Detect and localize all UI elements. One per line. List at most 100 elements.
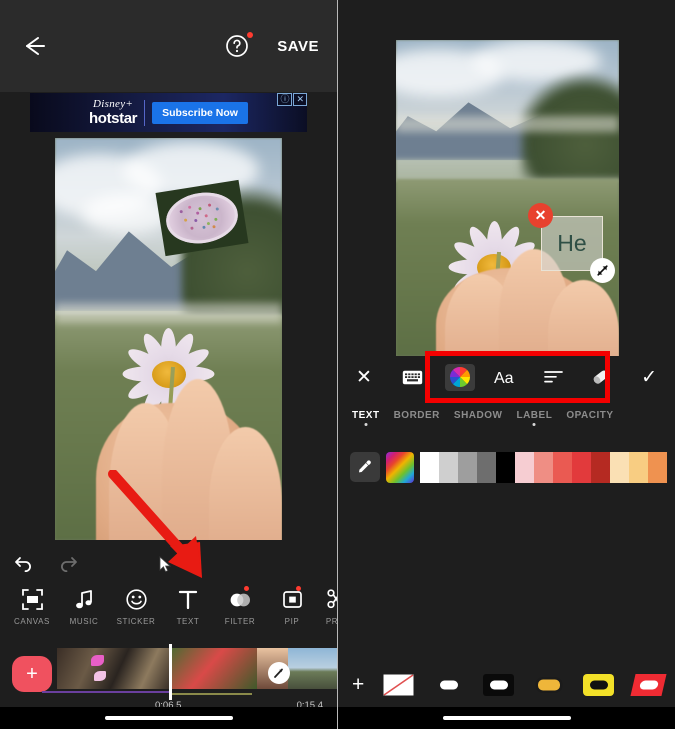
font-aa-icon[interactable]: Aa [492,364,522,391]
label-style-none[interactable] [383,674,414,696]
clip-thumbnail-2[interactable] [170,648,337,689]
left-phone-screen: SAVE Disney+ hotstar Subscribe Now ⓘ ✕ [0,0,337,729]
label-style-yellow-box[interactable] [583,674,614,696]
tool-label: STICKER [117,617,156,626]
color-swatch[interactable] [591,452,610,483]
tab-opacity[interactable]: OPACITY [566,410,613,421]
tab-label: OPACITY [566,410,613,421]
tab-shadow[interactable]: SHADOW [454,410,503,421]
tool-label: TEXT [177,617,200,626]
ad-brand-line1: Disney+ [93,99,133,110]
text-t-icon [178,588,198,610]
sticker-photo-overlay[interactable] [156,180,249,256]
tool-filter[interactable]: FILTER [214,588,266,626]
color-swatch[interactable] [610,452,629,483]
pip-badge-dot [296,586,301,591]
tab-border[interactable]: BORDER [394,410,440,421]
label-style-red-slant[interactable] [631,674,667,696]
delete-text-icon[interactable]: ✕ [528,203,553,228]
plate-pattern [172,195,232,241]
canvas-frame-icon [22,588,43,610]
color-swatch[interactable] [458,452,477,483]
tool-text[interactable]: TEXT [162,588,214,626]
home-indicator-bar [338,707,675,729]
text-overlay-box[interactable]: He ✕ [541,216,603,271]
music-note-icon [74,588,94,610]
keyboard-icon[interactable] [398,364,428,391]
redo-arrow-icon [58,555,78,577]
label-style-plain[interactable] [433,674,464,696]
color-wheel-icon[interactable] [445,364,475,391]
tool-music[interactable]: MUSIC [58,588,110,626]
color-swatch[interactable] [553,452,572,483]
eraser-icon[interactable] [586,364,616,391]
audio-track-2[interactable] [172,693,252,695]
tool-preset[interactable]: PRE [318,588,337,626]
rainbow-gradient-swatch[interactable] [386,452,414,483]
ad-info-icon[interactable]: ⓘ [277,93,292,106]
trim-handle-icon[interactable] [268,662,290,684]
tool-label: MUSIC [70,617,99,626]
save-button[interactable]: SAVE [277,38,319,55]
text-edit-icon-group: Aa [398,364,616,391]
color-swatch[interactable] [420,452,439,483]
audio-track-1[interactable] [42,691,169,693]
editor-tool-strip: CANVAS MUSIC STICKER TEXT [0,588,337,642]
resize-diagonal-icon[interactable] [590,258,615,283]
tab-label[interactable]: LABEL [516,410,552,421]
right-video-preview[interactable]: He ✕ [396,40,619,356]
add-label-style-button[interactable]: + [352,673,364,697]
ad-banner[interactable]: Disney+ hotstar Subscribe Now ⓘ ✕ [30,93,307,132]
eyedropper-icon[interactable] [350,452,380,482]
color-swatch[interactable] [515,452,534,483]
confirm-edit-button[interactable]: ✓ [641,368,657,387]
tab-label: LABEL [516,410,552,421]
ad-divider [144,100,145,126]
color-palette-row[interactable] [338,448,675,486]
help-circle-icon[interactable] [225,34,249,58]
text-property-tabs: TEXT BORDER SHADOW LABEL OPACITY [338,410,675,436]
playhead[interactable] [169,644,172,700]
timeline[interactable]: + [0,646,337,702]
home-pill[interactable] [443,716,571,720]
right-phone-screen: He ✕ ✕ [337,0,675,729]
back-arrow-icon[interactable] [18,31,48,61]
undo-arrow-icon[interactable] [14,555,34,577]
tab-label: SHADOW [454,410,503,421]
home-pill[interactable] [105,716,233,720]
left-top-actions: SAVE [225,34,319,58]
cancel-edit-button[interactable]: ✕ [356,368,372,387]
ad-close-icon[interactable]: ✕ [293,93,307,106]
home-indicator-bar [0,707,337,729]
add-clip-button[interactable]: + [12,656,52,692]
tool-canvas[interactable]: CANVAS [6,588,58,626]
smiley-face-icon [126,588,147,610]
color-swatch[interactable] [496,452,515,483]
label-style-black-box[interactable] [483,674,514,696]
clip-thumbnail-1[interactable] [57,648,169,689]
pip-square-icon [282,588,303,610]
tool-label: PRE [326,617,337,626]
color-swatch[interactable] [477,452,496,483]
left-video-preview[interactable] [55,138,282,540]
help-badge-dot [247,32,253,38]
svg-text:Aa: Aa [494,370,514,386]
tool-pip[interactable]: PIP [266,588,318,626]
color-swatch[interactable] [439,452,458,483]
color-swatch[interactable] [534,452,553,483]
label-style-orange-outline[interactable] [533,674,564,696]
align-text-icon[interactable] [539,364,569,391]
decorated-plate-image [162,188,241,249]
distant-path [396,116,619,132]
tab-label: BORDER [394,410,440,421]
ad-cta-button[interactable]: Subscribe Now [152,102,248,124]
color-swatch[interactable] [572,452,591,483]
tab-label: TEXT [352,410,380,421]
color-swatch[interactable] [648,452,667,483]
scissors-icon [327,588,338,610]
tool-sticker[interactable]: STICKER [110,588,162,626]
text-edit-toolbar: ✕ [338,356,675,398]
history-controls [0,546,337,586]
tab-text[interactable]: TEXT [352,410,380,421]
color-swatch[interactable] [629,452,648,483]
